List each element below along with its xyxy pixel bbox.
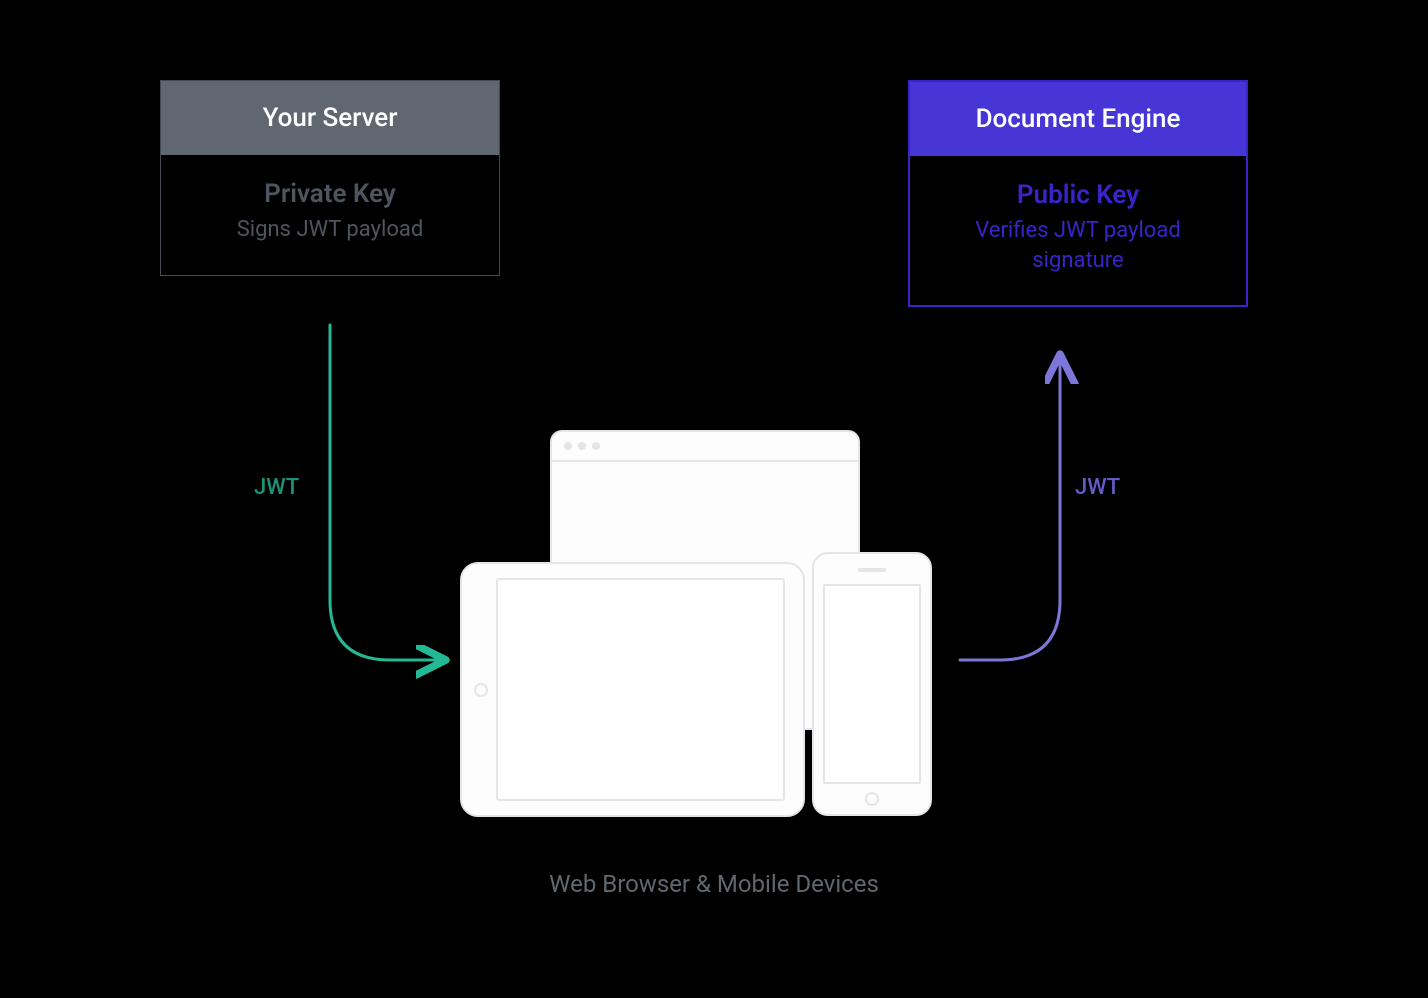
- your-server-card: Your Server Private Key Signs JWT payloa…: [160, 80, 500, 276]
- server-key-label: Private Key: [177, 179, 483, 209]
- server-key-desc: Signs JWT payload: [177, 215, 483, 245]
- jwt-flow-diagram: Your Server Private Key Signs JWT payloa…: [0, 0, 1428, 998]
- devices-illustration: [460, 430, 920, 830]
- tablet-icon: [460, 562, 805, 817]
- arrow-left-label: JWT: [254, 475, 299, 500]
- engine-key-desc: Verifies JWT payload signature: [926, 216, 1230, 275]
- document-engine-card: Document Engine Public Key Verifies JWT …: [908, 80, 1248, 307]
- arrow-right-label: JWT: [1075, 475, 1120, 500]
- devices-caption: Web Browser & Mobile Devices: [0, 870, 1428, 898]
- server-title: Your Server: [161, 81, 499, 155]
- engine-key-label: Public Key: [926, 180, 1230, 210]
- engine-title: Document Engine: [910, 82, 1246, 156]
- phone-icon: [812, 552, 932, 816]
